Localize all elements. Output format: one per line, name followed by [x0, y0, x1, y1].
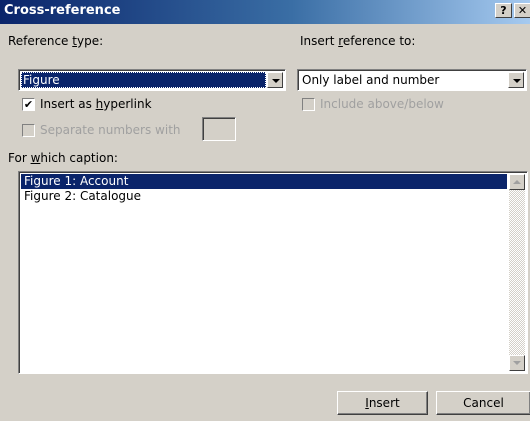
- insert-button[interactable]: Insert: [337, 391, 428, 415]
- close-icon: ✕: [517, 4, 528, 17]
- caption-list-scrollbar[interactable]: [509, 174, 525, 371]
- scroll-down-button[interactable]: [509, 355, 525, 371]
- cancel-button[interactable]: Cancel: [436, 391, 530, 415]
- title-bar[interactable]: Cross-reference ? ✕: [0, 0, 530, 24]
- dialog-title: Cross-reference: [4, 3, 121, 18]
- caption-label: For which caption:: [8, 151, 118, 165]
- insert-reference-to-dropdown[interactable]: Only label and number: [297, 69, 527, 91]
- chevron-up-icon: [513, 180, 521, 184]
- insert-reference-to-dropdown-button[interactable]: [508, 72, 524, 88]
- close-button[interactable]: ✕: [514, 3, 530, 18]
- insert-as-hyperlink-label[interactable]: Insert as hyperlink: [40, 97, 152, 111]
- separate-numbers-checkbox[interactable]: [22, 124, 35, 137]
- chevron-down-icon: [513, 361, 521, 365]
- insert-as-hyperlink-checkbox[interactable]: ✔: [22, 98, 35, 111]
- help-button[interactable]: ?: [495, 3, 512, 18]
- reference-type-dropdown-button[interactable]: [267, 72, 283, 88]
- chevron-down-icon: [272, 79, 280, 83]
- separate-numbers-label: Separate numbers with: [40, 123, 181, 137]
- separator-input[interactable]: [202, 117, 236, 141]
- insert-reference-to-value: Only label and number: [302, 73, 440, 87]
- reference-type-label: Reference type:: [8, 34, 104, 48]
- list-item[interactable]: Figure 2: Catalogue: [21, 189, 507, 204]
- reference-type-value: Figure: [21, 72, 266, 88]
- chevron-down-icon: [513, 79, 521, 83]
- scroll-up-button[interactable]: [509, 174, 525, 190]
- list-item[interactable]: Figure 1: Account: [21, 174, 507, 189]
- include-above-below-label: Include above/below: [320, 97, 444, 111]
- caption-list[interactable]: Figure 1: Account Figure 2: Catalogue: [18, 171, 528, 374]
- insert-reference-to-label: Insert reference to:: [300, 34, 416, 48]
- reference-type-dropdown[interactable]: Figure: [18, 69, 286, 91]
- include-above-below-checkbox[interactable]: [302, 98, 315, 111]
